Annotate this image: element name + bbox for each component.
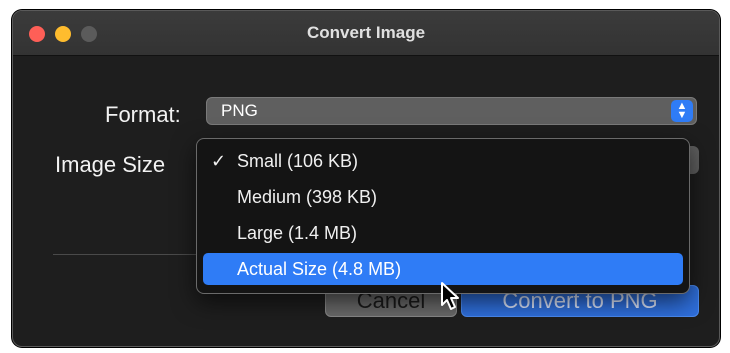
menu-item-small[interactable]: ✓ Small (106 KB) [203, 145, 683, 177]
format-popup-button[interactable]: PNG ▲ ▼ [206, 97, 697, 125]
checkmark-icon: ✓ [211, 151, 227, 171]
menu-item-large[interactable]: Large (1.4 MB) [203, 217, 683, 249]
menu-item-medium[interactable]: Medium (398 KB) [203, 181, 683, 213]
menu-item-label: Actual Size (4.8 MB) [237, 259, 402, 279]
convert-image-dialog: Convert Image Format: PNG ▲ ▼ Image Size … [12, 10, 720, 347]
image-size-label: Image Size [55, 152, 166, 177]
menu-item-label: Medium (398 KB) [237, 187, 378, 207]
format-label: Format: [105, 102, 181, 127]
popup-arrows-icon: ▲ ▼ [671, 100, 693, 122]
image-size-menu: ✓ Small (106 KB) Medium (398 KB) Large (… [196, 138, 690, 294]
format-value: PNG [221, 101, 258, 120]
menu-item-label: Small (106 KB) [237, 151, 359, 171]
menu-item-label: Large (1.4 MB) [237, 223, 358, 243]
title-bar[interactable]: Convert Image [13, 11, 719, 56]
mouse-pointer-icon [441, 282, 459, 310]
window-title: Convert Image [306, 23, 426, 42]
